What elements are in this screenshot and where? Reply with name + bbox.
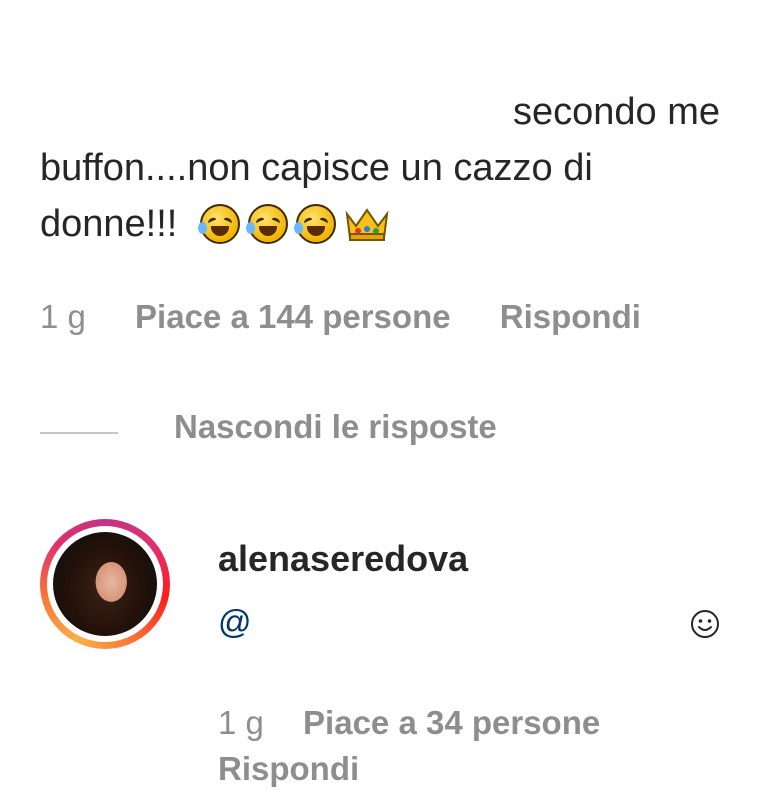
comment-likes-link[interactable]: Piace a 144 persone xyxy=(135,298,451,335)
comment-time: 1 g xyxy=(40,298,86,335)
rolling-on-floor-laughing-icon xyxy=(293,204,336,244)
emoji-row xyxy=(197,204,390,244)
rolling-on-floor-laughing-icon xyxy=(197,204,240,244)
comment-line-2: buffon....non capisce un cazzo di xyxy=(40,147,593,189)
comment-line-3: donne!!! xyxy=(40,196,730,252)
rolling-on-floor-laughing-icon xyxy=(245,204,288,244)
comment-line-3-text: donne!!! xyxy=(40,203,178,245)
avatar-photo xyxy=(53,532,157,636)
smile-icon[interactable] xyxy=(690,609,720,639)
reply-reply-button[interactable]: Rispondi xyxy=(218,750,359,787)
reply-meta: 1 g Piace a 34 persone Rispondi xyxy=(218,700,600,792)
avatar-story-ring[interactable] xyxy=(40,519,170,649)
reply-time: 1 g xyxy=(218,704,264,741)
hide-replies-button[interactable]: Nascondi le risposte xyxy=(174,408,497,446)
comment-line-1: secondo me xyxy=(512,91,720,133)
reply-username[interactable]: alenaseredova xyxy=(218,538,468,580)
reply-likes-link[interactable]: Piace a 34 persone xyxy=(303,704,600,741)
comment-meta: 1 g Piace a 144 persone Rispondi xyxy=(40,298,681,336)
crown-icon xyxy=(345,208,389,241)
reply-mention[interactable]: @ xyxy=(218,603,252,641)
comment-text: secondo me buffon....non capisce un cazz… xyxy=(40,84,730,252)
replies-divider xyxy=(40,432,118,434)
avatar xyxy=(47,526,163,642)
comment-reply-button[interactable]: Rispondi xyxy=(500,298,641,335)
